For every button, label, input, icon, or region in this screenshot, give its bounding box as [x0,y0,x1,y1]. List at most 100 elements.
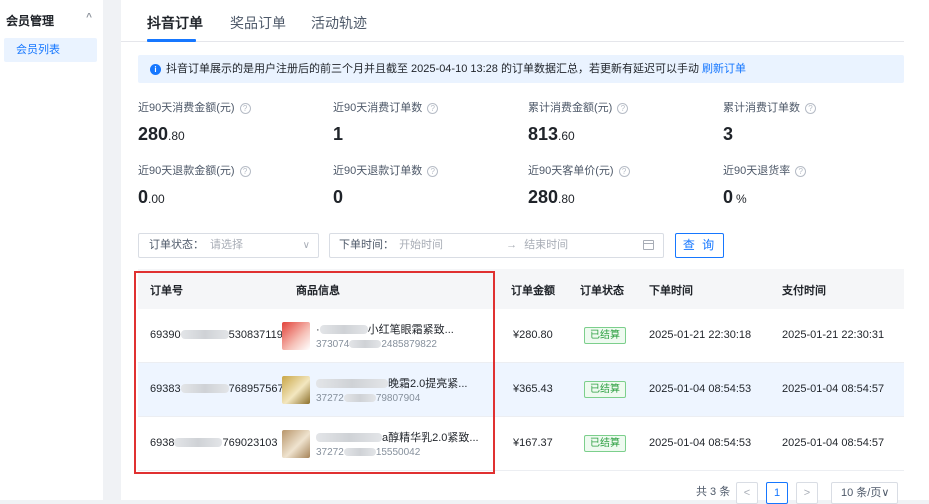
order-status-select[interactable]: 订单状态： 请选择 ∨ [138,233,319,258]
stat-label: 近90天退款订单数 [333,165,423,177]
pay-time: 2025-01-04 08:54:57 [782,383,885,395]
order-status-placeholder: 请选择 [210,239,243,251]
sidebar-item-label: 会员列表 [16,44,60,56]
stat-label: 累计消费金额(元) [528,102,613,114]
notice-text: 抖音订单展示的是用户注册后的前三个月并且截至 2025-04-10 13:28 … [166,63,703,75]
help-icon[interactable]: ? [805,103,816,114]
help-icon[interactable]: ? [795,166,807,177]
redacted-blur [319,325,368,334]
help-icon[interactable]: ? [427,166,439,177]
page-size-select[interactable]: 10 条/页∨ [831,482,898,504]
stat-90d-return-rate: 近90天退货率? 0% [723,162,913,208]
stat-90d-avg-order-value: 近90天客单价(元)? 280.80 [528,162,718,208]
order-time: 2025-01-04 08:54:53 [649,437,752,449]
tab-bar: 抖音订单 奖品订单 活动轨迹 [121,0,904,42]
product-name[interactable]: 晚霜2.0提亮紧... [316,375,467,391]
stat-label: 近90天退货率 [723,165,791,177]
sidebar-item-member-list[interactable]: 会员列表 [4,38,97,62]
product-name[interactable]: a醇精华乳2.0紧致... [316,429,479,445]
main-panel: 抖音订单 奖品订单 活动轨迹 i 抖音订单展示的是用户注册后的前三个月并且截至 … [121,0,929,500]
product-thumbnail[interactable] [282,322,310,350]
redacted-blur [343,394,376,402]
table-row[interactable]: 69390 530837119 · 小红笔眼霜紧致... 373074 2485879… [138,309,904,363]
order-no: 6938 769023103 [150,437,278,449]
stat-total-spend-amount: 累计消费金额(元)? 813.60 [528,99,718,145]
status-badge: 已结算 [584,435,626,452]
page-1-button[interactable]: 1 [766,482,788,504]
end-time-input[interactable]: 结束时间 [524,239,568,251]
product-thumbnail[interactable] [282,430,310,458]
redacted-blur [343,448,376,456]
product-name[interactable]: · 小红笔眼霜紧致... [316,321,454,337]
info-icon: i [150,64,161,75]
chevron-down-icon: ∨ [302,240,310,251]
stat-label: 近90天退款金额(元) [138,165,235,177]
info-notice: i 抖音订单展示的是用户注册后的前三个月并且截至 2025-04-10 13:2… [138,55,904,83]
stat-total-spend-orders: 累计消费订单数? 3 [723,99,913,145]
calendar-icon[interactable] [643,240,654,250]
status-badge: 已结算 [584,327,626,344]
pagination-total: 共 3 条 [696,486,731,498]
stat-label: 近90天客单价(元) [528,165,614,177]
start-time-input[interactable]: 开始时间 [399,239,443,251]
redacted-blur [180,330,229,339]
redacted-blur [316,433,382,442]
order-amount: ¥365.43 [513,383,553,395]
help-icon[interactable]: ? [239,166,251,177]
order-no: 69383 768957567 [150,383,284,395]
product-id: 373074 2485879822 [316,339,437,350]
stat-value: 1 [333,124,344,144]
stat-value: 280.80 [138,124,185,144]
order-status-label: 订单状态： [149,239,204,251]
tab-activity-track[interactable]: 活动轨迹 [311,13,367,33]
table-row[interactable]: 69383 768957567 晚霜2.0提亮紧... 37272 79807904… [138,363,904,417]
order-time-range-picker[interactable]: 下单时间： 开始时间 → 结束时间 [329,233,664,258]
status-badge: 已结算 [584,381,626,398]
arrow-right-icon: → [506,239,518,251]
column-header-product-info: 商品信息 [296,285,340,297]
help-icon[interactable]: ? [617,103,629,114]
column-header-order-time: 下单时间 [649,285,693,297]
next-page-button[interactable]: > [796,482,818,504]
table-row[interactable]: 6938 769023103 a醇精华乳2.0紧致... 37272 1555004… [138,417,904,471]
stat-value: 0 [333,187,344,207]
product-thumbnail[interactable] [282,376,310,404]
product-id: 37272 15550042 [316,447,421,458]
stat-90d-spend-amount: 近90天消费金额(元)? 280.80 [138,99,328,145]
active-tab-indicator [147,39,196,42]
redacted-blur [316,379,388,388]
stat-label: 近90天消费金额(元) [138,102,235,114]
column-header-pay-time: 支付时间 [782,285,826,297]
redacted-blur [180,384,229,393]
column-header-order-no: 订单号 [150,285,183,297]
help-icon[interactable]: ? [618,166,630,177]
order-time: 2025-01-21 22:30:18 [649,329,752,341]
refresh-orders-link[interactable]: 刷新订单 [702,63,746,75]
stat-value: 0% [723,187,747,207]
stat-90d-spend-orders: 近90天消费订单数? 1 [333,99,523,145]
stat-value: 280.80 [528,187,575,207]
query-button[interactable]: 查 询 [675,233,724,258]
order-time: 2025-01-04 08:54:53 [649,383,752,395]
pay-time: 2025-01-21 22:30:31 [782,329,885,341]
help-icon[interactable]: ? [427,103,439,114]
tab-prize-orders[interactable]: 奖品订单 [230,13,286,33]
stat-value: 813.60 [528,124,575,144]
stat-label: 近90天消费订单数 [333,102,423,114]
prev-page-button[interactable]: < [736,482,758,504]
sidebar-group-member-management[interactable]: 会员管理 ^ [6,12,98,28]
column-header-order-amount: 订单金额 [511,285,555,297]
chevron-up-icon: ^ [86,12,92,23]
order-amount: ¥280.80 [513,329,553,341]
order-time-label: 下单时间： [339,239,394,251]
column-header-order-status: 订单状态 [580,285,624,297]
stat-90d-refund-orders: 近90天退款订单数? 0 [333,162,523,208]
help-icon[interactable]: ? [239,103,251,114]
redacted-blur [349,340,382,348]
stat-value: 0.00 [138,187,165,207]
tab-douyin-orders[interactable]: 抖音订单 [147,13,203,33]
stat-label: 累计消费订单数 [723,102,800,114]
sidebar-group-label: 会员管理 [6,14,55,28]
pay-time: 2025-01-04 08:54:57 [782,437,885,449]
redacted-blur [174,438,223,447]
